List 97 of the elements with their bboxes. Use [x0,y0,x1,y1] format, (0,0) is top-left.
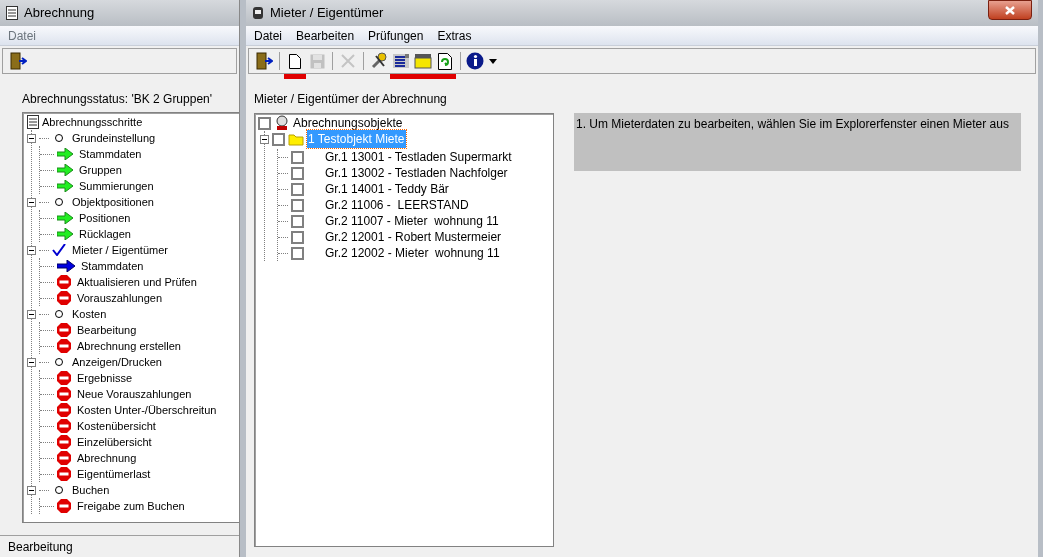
folder-icon [414,53,432,69]
app-icon [252,6,264,20]
section-label: Mieter / Eigentümer der Abrechnung [254,91,448,108]
tree-item[interactable]: Einzelübersicht [77,433,152,451]
tree-item[interactable]: Gr.1 13001 - Testladen Supermarkt [325,148,512,166]
stop-sign-icon [57,339,71,353]
collapse-icon[interactable] [27,197,36,207]
collapse-icon[interactable] [27,485,36,495]
folder-icon [288,132,304,146]
stop-sign-icon [57,275,71,289]
arrow-right-icon [57,260,75,272]
status-text: Bearbeitung [8,538,73,556]
exit-door-icon [9,52,27,70]
checkbox[interactable] [291,214,304,228]
checkbox[interactable] [258,116,271,130]
tree-item[interactable]: Gruppen [79,161,122,179]
tree-item[interactable]: Stammdaten [81,257,144,275]
tree-item[interactable]: Abrechnung erstellen [77,337,181,355]
arrow-right-icon [57,148,73,160]
menu-item[interactable]: Datei [8,26,36,45]
tree-item[interactable]: Stammdaten [79,145,142,163]
tree-item[interactable]: Aktualisieren und Prüfen [77,273,197,291]
tree-item[interactable]: Buchen [72,481,110,499]
tree-item[interactable]: Grundeinstellung [72,129,156,147]
toolbar-button[interactable] [253,51,275,71]
tree-item[interactable]: Kosten [72,305,107,323]
close-button[interactable] [988,0,1032,20]
tree-item[interactable]: Positionen [79,209,131,227]
tree-item[interactable]: Mieter / Eigentümer [72,241,168,259]
collapse-icon[interactable] [27,245,36,255]
collapse-icon[interactable] [27,357,36,367]
info-icon [466,52,486,70]
delete-icon [341,54,355,68]
collapse-icon[interactable] [27,133,36,143]
tree-item[interactable]: Freigabe zum Buchen [77,497,185,515]
stop-sign-icon [57,291,71,305]
tree-item[interactable]: Kosten Unter-/Überschreitun [77,401,217,419]
tree-item[interactable]: Kostenübersicht [77,417,156,435]
tree-item[interactable]: Eigentümerlast [77,465,151,483]
tree-item[interactable]: Gr.2 12002 - Mieter wohnung 11 [325,244,500,262]
tree-item[interactable]: Gr.2 11007 - Mieter wohnung 11 [325,212,499,230]
status-label: Abrechnungsstatus: 'BK 2 Gruppen' [21,91,214,108]
save-icon [309,53,325,69]
refresh-icon [438,52,452,70]
stop-sign-icon [57,499,71,513]
stop-sign-icon [57,387,71,401]
close-icon [1005,5,1015,15]
collapse-icon[interactable] [260,134,269,144]
arrow-right-icon [57,212,73,224]
tree-item[interactable]: Ergebnisse [77,369,133,387]
window-title: Mieter / Eigentümer [270,4,384,23]
tree-item[interactable]: Gr.2 12001 - Robert Mustermeier [325,228,502,246]
new-document-icon [289,53,301,69]
tree-item[interactable]: Abrechnungsschritte [42,113,143,131]
tools-icon [370,52,388,70]
menu-item[interactable]: Extras [437,26,472,45]
dropdown-caret-icon [489,58,497,64]
tree-item[interactable]: Neue Vorauszahlungen [77,385,192,403]
list-icon [392,53,410,69]
arrow-right-icon [57,180,73,192]
checkbox[interactable] [291,182,304,196]
tree-item[interactable]: Rücklagen [79,225,131,243]
collapse-icon[interactable] [27,309,36,319]
tree-item[interactable]: Bearbeitung [77,321,137,339]
exit-door-icon [255,52,273,70]
toolbar-button[interactable] [7,51,29,71]
checkbox[interactable] [291,150,304,164]
checkbox[interactable] [272,132,285,146]
hint-box: 1. Um Mieterdaten zu bearbeiten, wählen Sie im Explorerfenster einen Mieter aus [574,113,1021,171]
stop-sign-icon [57,419,71,433]
stop-sign-icon [57,467,71,481]
menu-item[interactable]: Datei [254,26,282,45]
stop-sign-icon [57,451,71,465]
stop-sign-icon [57,403,71,417]
checkbox[interactable] [291,230,304,244]
tree-item[interactable]: Gr.2 11006 - LEERSTAND [325,196,469,214]
arrow-right-icon [57,228,73,240]
document-icon [27,115,39,129]
arrow-right-icon [57,164,73,176]
tree-item[interactable]: Summierungen [79,177,154,195]
menu-item[interactable]: Bearbeiten [296,26,355,45]
tree-item[interactable]: Vorauszahlungen [77,289,162,307]
checkbox[interactable] [291,198,304,212]
tree-item[interactable]: Gr.1 13002 - Testladen Nachfolger [325,164,508,182]
tree-item[interactable]: Abrechnungsobjekte [293,114,403,132]
document-icon [6,6,18,20]
stop-sign-icon [57,435,71,449]
checkbox[interactable] [291,246,304,260]
tree-item[interactable]: Gr.1 14001 - Teddy Bär [325,180,449,198]
tree-item[interactable]: Abrechnung [77,449,137,467]
stop-sign-icon [57,371,71,385]
tree-item[interactable]: Anzeigen/Drucken [72,353,162,371]
stop-sign-icon [57,323,71,337]
checkbox[interactable] [291,166,304,180]
window-title: Abrechnung [24,4,95,23]
menu-item[interactable]: Prüfungen [368,26,424,45]
tree-item[interactable]: Objektpositionen [72,193,154,211]
